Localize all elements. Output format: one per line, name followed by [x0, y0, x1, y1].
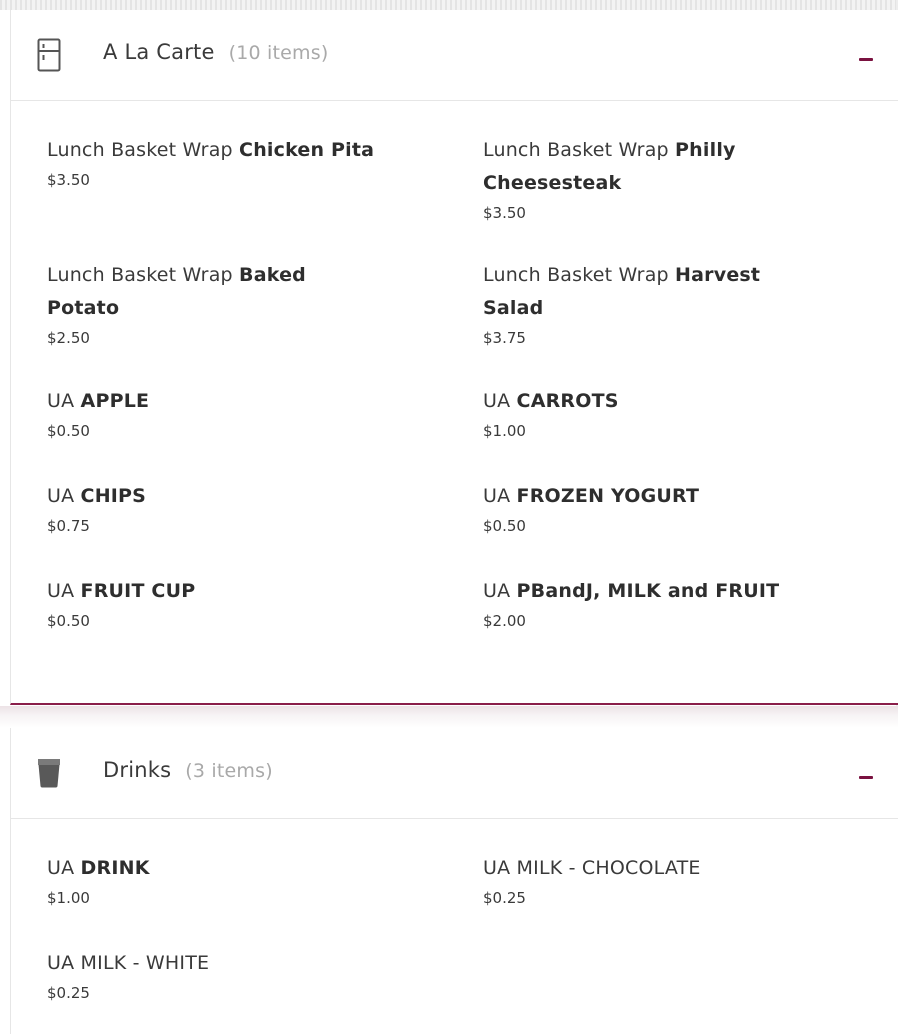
- item-price: $0.75: [47, 517, 90, 535]
- list-item[interactable]: UA FROZEN YOGURT $0.50: [483, 480, 883, 536]
- item-count: (10 items): [228, 42, 329, 64]
- item-price: $3.75: [483, 329, 526, 347]
- list-item[interactable]: UA CHIPS $0.75: [47, 480, 447, 536]
- item-price: $3.50: [483, 204, 526, 222]
- section-title: Drinks (3 items): [103, 758, 273, 782]
- item-name: UA MILK - WHITE: [47, 952, 210, 974]
- list-item[interactable]: Lunch Basket Wrap Chicken Pita $3.50: [47, 134, 447, 190]
- item-name: Lunch Basket Wrap Harvest Salad: [483, 264, 761, 319]
- item-name: UA PBandJ, MILK and FRUIT: [483, 580, 780, 602]
- collapse-button[interactable]: [859, 776, 873, 779]
- item-price: $0.50: [483, 517, 526, 535]
- item-price: $2.00: [483, 612, 526, 630]
- section-drinks: Drinks (3 items) UA DRINK $1.00 UA MILK -…: [10, 728, 898, 1034]
- list-item[interactable]: Lunch Basket Wrap Philly Cheesesteak $3.…: [483, 134, 813, 223]
- list-item[interactable]: Lunch Basket Wrap Baked Potato $2.50: [47, 259, 377, 348]
- list-item[interactable]: UA FRUIT CUP $0.50: [47, 575, 447, 631]
- item-name: Lunch Basket Wrap Baked Potato: [47, 264, 306, 319]
- list-item[interactable]: UA APPLE $0.50: [47, 385, 447, 441]
- item-name: UA DRINK: [47, 857, 150, 879]
- section-separator: [0, 706, 898, 728]
- item-name: UA APPLE: [47, 390, 150, 412]
- list-item[interactable]: UA PBandJ, MILK and FRUIT $2.00: [483, 575, 883, 631]
- item-name: UA FROZEN YOGURT: [483, 485, 700, 507]
- cup-icon: [38, 759, 60, 788]
- item-price: $0.50: [47, 422, 90, 440]
- item-price: $2.50: [47, 329, 90, 347]
- item-count: (3 items): [185, 760, 273, 782]
- list-item[interactable]: Lunch Basket Wrap Harvest Salad $3.75: [483, 259, 823, 348]
- item-price: $1.00: [483, 422, 526, 440]
- section-header[interactable]: A La Carte (10 items): [11, 10, 898, 101]
- top-edge: [0, 0, 898, 10]
- list-item[interactable]: UA CARROTS $1.00: [483, 385, 883, 441]
- list-item[interactable]: UA MILK - CHOCOLATE $0.25: [483, 852, 883, 908]
- item-price: $0.25: [47, 984, 90, 1002]
- section-title: A La Carte (10 items): [103, 40, 329, 64]
- locker-icon: [37, 38, 61, 72]
- list-item[interactable]: UA DRINK $1.00: [47, 852, 447, 908]
- section-header[interactable]: Drinks (3 items): [11, 728, 898, 819]
- item-price: $0.25: [483, 889, 526, 907]
- item-name: Lunch Basket Wrap Chicken Pita: [47, 139, 375, 161]
- item-price: $0.50: [47, 612, 90, 630]
- item-name: UA CHIPS: [47, 485, 147, 507]
- collapse-button[interactable]: [859, 58, 873, 61]
- item-price: $3.50: [47, 171, 90, 189]
- list-item[interactable]: UA MILK - WHITE $0.25: [47, 947, 447, 1003]
- item-name: UA CARROTS: [483, 390, 619, 412]
- item-name: UA MILK - CHOCOLATE: [483, 857, 701, 879]
- item-name: Lunch Basket Wrap Philly Cheesesteak: [483, 139, 736, 194]
- section-a-la-carte: A La Carte (10 items) Lunch Basket Wrap C…: [10, 10, 898, 705]
- item-price: $1.00: [47, 889, 90, 907]
- item-name: UA FRUIT CUP: [47, 580, 196, 602]
